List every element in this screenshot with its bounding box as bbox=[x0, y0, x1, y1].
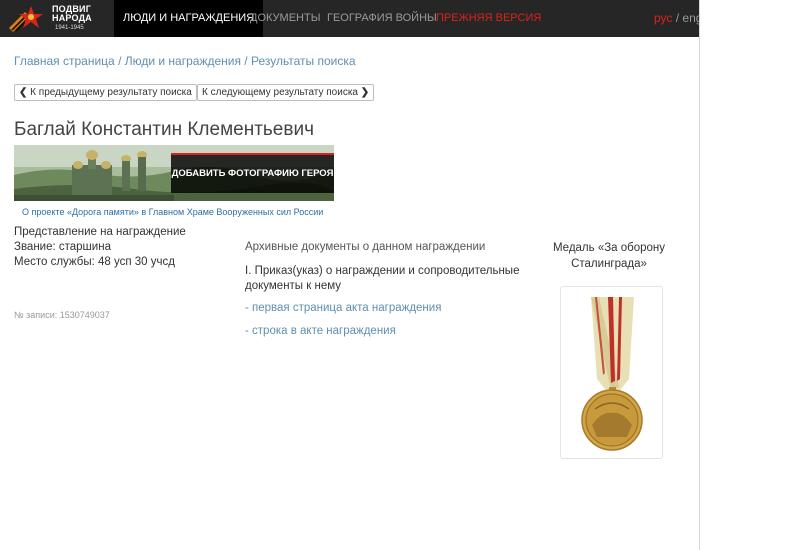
chevron-left-icon: ❮ bbox=[19, 87, 28, 98]
breadcrumb[interactable]: Главная страница / Люди и награждения / … bbox=[14, 54, 356, 68]
rank-field: Звание: старшина bbox=[14, 241, 111, 253]
award-act-row-link[interactable]: - строка в акте награждения bbox=[245, 325, 396, 337]
medal-name: Медаль «За оборону Сталинграда» bbox=[552, 242, 666, 270]
next-result-button[interactable]: К следующему результату поиска ❯ bbox=[197, 84, 375, 101]
page-title: Баглай Константин Клементьевич bbox=[14, 119, 314, 140]
star-ribbon-icon bbox=[9, 6, 43, 32]
lang-ru-link[interactable]: рус bbox=[654, 11, 672, 25]
site-logo[interactable]: ПОДВИГ НАРОДА 1941-1945 bbox=[3, 2, 111, 35]
top-navigation: ПОДВИГ НАРОДА 1941-1945 ЛЮДИ И НАГРАЖДЕН… bbox=[0, 0, 699, 37]
record-number: № записи: 1530749037 bbox=[14, 310, 110, 320]
prev-result-label: К предыдущему результату поиска bbox=[30, 87, 192, 98]
stalingrad-medal-icon bbox=[581, 297, 643, 451]
lang-separator: / bbox=[672, 11, 683, 25]
memory-road-project-link[interactable]: О проекте «Дорога памяти» в Главном Храм… bbox=[22, 207, 323, 217]
chevron-right-icon: ❯ bbox=[360, 87, 370, 98]
nav-war-geography[interactable]: ГЕОГРАФИЯ ВОЙНЫ bbox=[327, 0, 437, 37]
next-result-label: К следующему результату поиска bbox=[202, 87, 358, 98]
logo-years: 1941-1945 bbox=[55, 25, 84, 31]
nav-documents[interactable]: ДОКУМЕНТЫ bbox=[250, 0, 320, 37]
nav-old-version[interactable]: ПРЕЖНЯЯ ВЕРСИЯ bbox=[436, 0, 541, 37]
language-switch: рус / eng bbox=[654, 0, 699, 37]
logo-line2: НАРОДА bbox=[52, 13, 92, 23]
add-hero-photo-button[interactable]: ДОБАВИТЬ ФОТОГРАФИЮ ГЕРОЯ bbox=[171, 153, 334, 193]
service-place-field: Место службы: 48 усп 30 учсд bbox=[14, 256, 175, 268]
memory-road-banner[interactable]: ДОБАВИТЬ ФОТОГРАФИЮ ГЕРОЯ bbox=[14, 145, 334, 201]
medal-image[interactable] bbox=[560, 286, 663, 459]
prev-result-button[interactable]: ❮ К предыдущему результату поиска bbox=[14, 84, 197, 101]
award-act-first-page-link[interactable]: - первая страница акта награждения bbox=[245, 302, 441, 314]
award-type: Представление на награждение bbox=[14, 226, 186, 238]
page-frame: ПОДВИГ НАРОДА 1941-1945 ЛЮДИ И НАГРАЖДЕН… bbox=[0, 0, 700, 550]
nav-people-awards[interactable]: ЛЮДИ И НАГРАЖДЕНИЯ bbox=[114, 0, 264, 37]
archive-docs-title: Архивные документы о данном награждении bbox=[245, 241, 486, 253]
award-order-item: I. Приказ(указ) о награждении и сопровод… bbox=[245, 265, 520, 292]
lang-en-link[interactable]: eng bbox=[682, 11, 699, 25]
